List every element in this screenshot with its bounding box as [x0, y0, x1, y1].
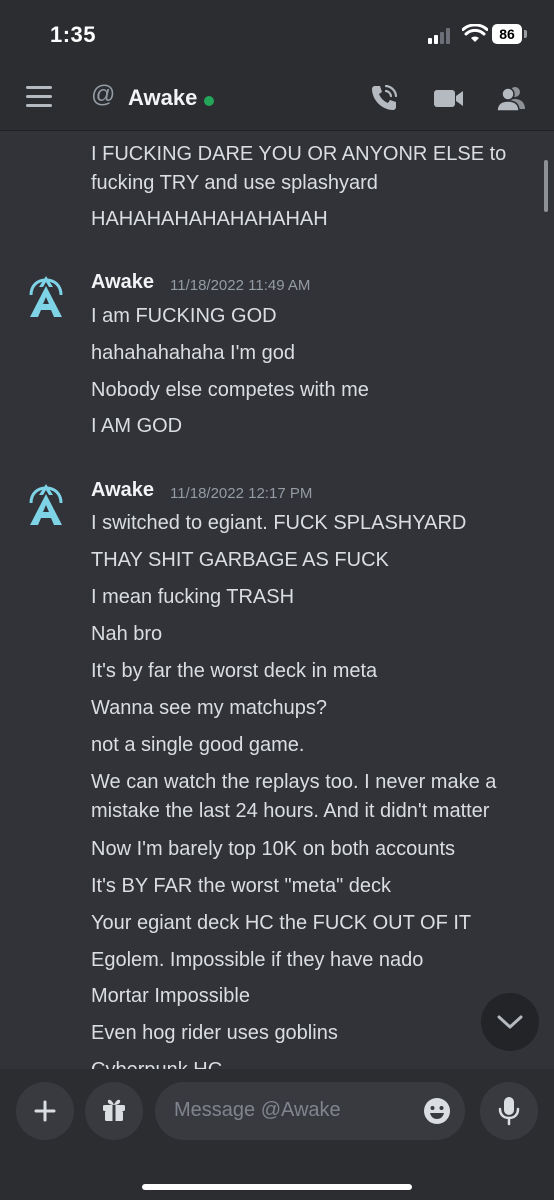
- at-icon: @: [91, 81, 116, 108]
- message-line: Now I'm barely top 10K on both accounts: [91, 838, 456, 860]
- message-author[interactable]: Awake: [91, 479, 154, 502]
- message-line: It's BY FAR the worst "meta" deck: [91, 875, 391, 897]
- battery-indicator: 86: [492, 24, 522, 44]
- composer-bar: Message @Awake: [0, 1069, 554, 1200]
- user-avatar[interactable]: [22, 273, 70, 321]
- battery-nub: [524, 30, 527, 38]
- microphone-icon: [498, 1097, 520, 1126]
- message-line: Your egiant deck HC the FUCK OUT OF IT: [91, 912, 472, 934]
- message-line: Mortar Impossible: [91, 985, 250, 1007]
- message-line: Cyberpunk HC: [91, 1056, 222, 1069]
- message-line: mistake the last 24 hours. And it didn't…: [91, 800, 490, 822]
- online-status-dot: [204, 96, 214, 106]
- message-line: We can watch the replays too. I never ma…: [91, 771, 497, 793]
- user-avatar[interactable]: [22, 481, 70, 529]
- message-line: THAY SHIT GARBAGE AS FUCK: [91, 549, 389, 571]
- message-author[interactable]: Awake: [91, 271, 154, 294]
- scrollbar-thumb[interactable]: [544, 160, 548, 212]
- chevron-down-icon: [497, 1015, 523, 1029]
- channel-name[interactable]: Awake: [128, 85, 197, 111]
- gift-icon: [103, 1099, 125, 1121]
- message-list[interactable]: I FUCKING DARE YOU OR ANYONR ELSE to fuc…: [0, 131, 554, 1069]
- phone-call-icon[interactable]: [368, 82, 400, 114]
- emoji-icon[interactable]: [423, 1097, 451, 1125]
- hamburger-icon[interactable]: [26, 86, 54, 108]
- message-line: Even hog rider uses goblins: [91, 1022, 338, 1044]
- message-line: HAHAHAHAHAHAHAHAH: [91, 208, 328, 230]
- voice-message-button[interactable]: [480, 1082, 538, 1140]
- message-line: Nah bro: [91, 623, 163, 645]
- members-icon[interactable]: [495, 82, 527, 114]
- message-line: I FUCKING DARE YOU OR ANYONR ELSE to: [91, 143, 507, 165]
- message-line: hahahahahaha I'm god: [91, 342, 295, 364]
- add-attachment-button[interactable]: [16, 1082, 74, 1140]
- dm-screen: 1:35 86 @ Awake I FUCKING DARE YOU OR AN…: [0, 0, 554, 1200]
- message-line: fucking TRY and use splashyard: [91, 172, 378, 194]
- message-input-placeholder: Message @Awake: [174, 1099, 341, 1121]
- message-line: I mean fucking TRASH: [91, 586, 295, 608]
- message-line: Nobody else competes with me: [91, 379, 369, 401]
- plus-icon: [34, 1100, 56, 1122]
- message-timestamp: 11/18/2022 11:49 AM: [170, 277, 311, 294]
- home-indicator: [142, 1184, 412, 1190]
- wifi-icon: [462, 24, 488, 42]
- message-line: I am FUCKING GOD: [91, 305, 277, 327]
- message-input[interactable]: Message @Awake: [155, 1082, 465, 1140]
- dm-header: @ Awake: [0, 66, 554, 131]
- message-line: I AM GOD: [91, 415, 183, 437]
- jump-to-bottom-button[interactable]: [481, 993, 539, 1051]
- message-line: not a single good game.: [91, 734, 305, 756]
- message-line: Wanna see my matchups?: [91, 697, 328, 719]
- message-line: It's by far the worst deck in meta: [91, 660, 378, 682]
- video-camera-icon[interactable]: [432, 82, 464, 114]
- gift-button[interactable]: [85, 1082, 143, 1140]
- message-line: I switched to egiant. FUCK SPLASHYARD: [91, 512, 467, 534]
- message-timestamp: 11/18/2022 12:17 PM: [170, 485, 313, 502]
- cellular-signal-icon: [428, 28, 456, 44]
- status-time: 1:35: [50, 22, 97, 47]
- message-line: Egolem. Impossible if they have nado: [91, 949, 424, 971]
- status-bar: 1:35 86: [0, 0, 554, 66]
